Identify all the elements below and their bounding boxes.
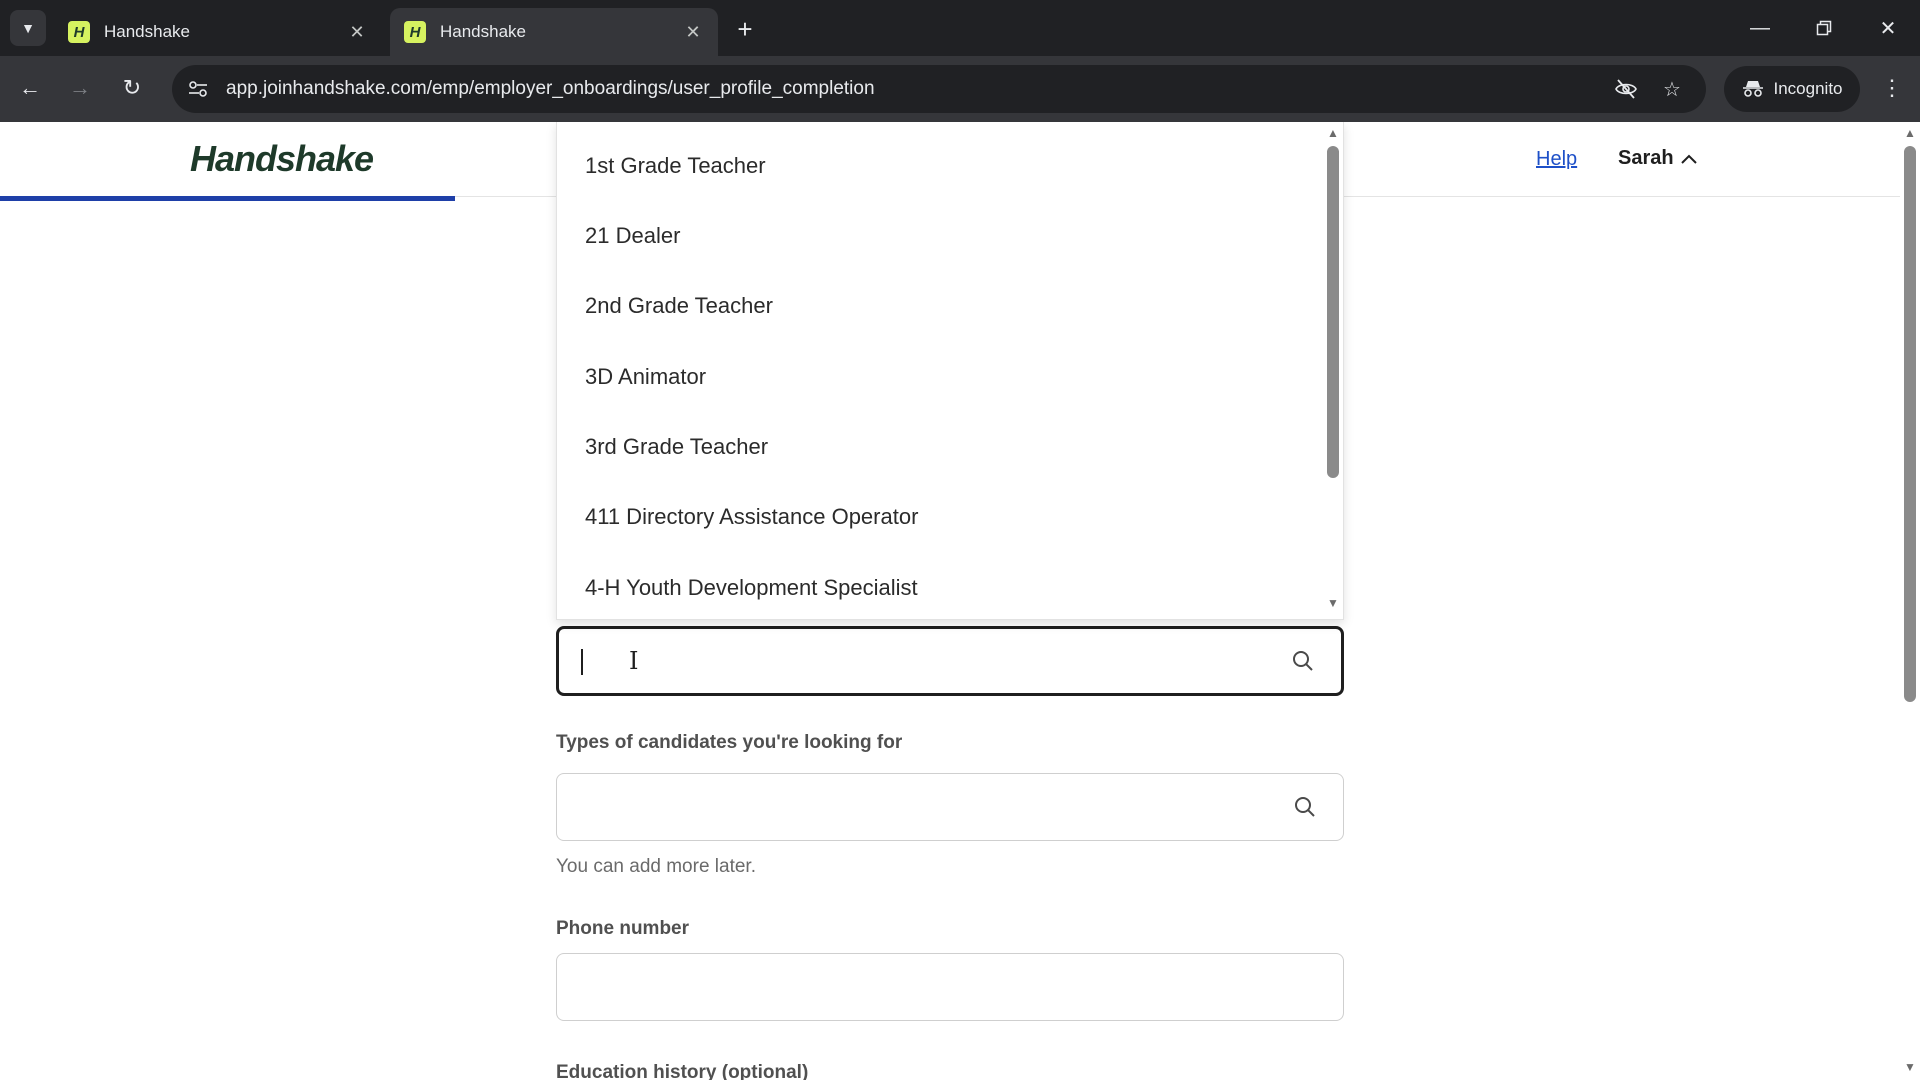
search-icon[interactable] xyxy=(1293,795,1317,819)
text-caret xyxy=(581,649,583,675)
plus-icon: + xyxy=(737,13,753,44)
handshake-favicon-icon: H xyxy=(404,21,426,43)
job-title-dropdown[interactable]: 1st Grade Teacher 21 Dealer 2nd Grade Te… xyxy=(556,122,1344,620)
address-bar[interactable]: app.joinhandshake.com/emp/employer_onboa… xyxy=(172,65,1706,113)
close-icon[interactable]: ✕ xyxy=(682,22,704,43)
restore-icon xyxy=(1816,20,1832,36)
close-icon: ✕ xyxy=(1879,17,1897,40)
chevron-up-icon xyxy=(1680,154,1697,164)
dropdown-option[interactable]: 1st Grade Teacher xyxy=(585,153,766,179)
bookmark-button[interactable]: ☆ xyxy=(1652,69,1692,109)
arrow-right-icon: → xyxy=(69,75,91,100)
job-title-search-input[interactable]: I xyxy=(556,626,1344,696)
handshake-favicon-icon: H xyxy=(68,21,90,43)
dropdown-option[interactable]: 21 Dealer xyxy=(585,223,680,249)
close-icon[interactable]: ✕ xyxy=(346,22,368,43)
browser-tab-bar: ▼ H Handshake ✕ H Handshake ✕ + — ✕ xyxy=(0,0,1920,56)
candidates-label: Types of candidates you're looking for xyxy=(556,732,903,753)
minimize-icon: — xyxy=(1750,16,1770,39)
tune-icon xyxy=(189,81,207,97)
tab-search-button[interactable]: ▼ xyxy=(10,10,46,46)
user-name: Sarah xyxy=(1618,147,1674,169)
dropdown-option[interactable]: 411 Directory Assistance Operator xyxy=(585,504,918,530)
minimize-button[interactable]: — xyxy=(1738,8,1782,48)
onboarding-progress-bar xyxy=(0,196,455,201)
browser-tab-2[interactable]: H Handshake ✕ xyxy=(390,8,718,56)
reload-icon: ↻ xyxy=(122,75,142,100)
dropdown-option[interactable]: 4-H Youth Development Specialist xyxy=(585,575,918,601)
incognito-icon xyxy=(1742,81,1763,97)
candidates-helper-text: You can add more later. xyxy=(556,856,756,877)
text-cursor-icon: I xyxy=(629,647,639,675)
phone-label: Phone number xyxy=(556,918,690,939)
page-scroll-up-icon[interactable]: ▲ xyxy=(1900,126,1920,140)
new-tab-button[interactable]: + xyxy=(728,12,762,46)
star-icon: ☆ xyxy=(1663,78,1681,101)
search-icon[interactable] xyxy=(1291,649,1315,673)
phone-input[interactable] xyxy=(556,953,1344,1021)
scroll-down-arrow-icon[interactable]: ▼ xyxy=(1323,596,1343,610)
help-link[interactable]: Help xyxy=(1536,148,1577,171)
incognito-label: Incognito xyxy=(1773,79,1843,98)
eye-off-icon xyxy=(1615,79,1637,99)
tab-title: Handshake xyxy=(104,22,191,41)
url-text[interactable]: app.joinhandshake.com/emp/employer_onboa… xyxy=(226,78,875,100)
dropdown-option[interactable]: 3D Animator xyxy=(585,364,706,390)
scroll-up-arrow-icon[interactable]: ▲ xyxy=(1323,126,1343,140)
restore-button[interactable] xyxy=(1802,8,1846,48)
dropdown-option[interactable]: 3rd Grade Teacher xyxy=(585,434,768,460)
browser-menu-button[interactable]: ⋮ xyxy=(1872,68,1912,108)
job-title-search-field[interactable] xyxy=(581,641,1261,681)
candidates-search-field[interactable] xyxy=(579,787,1259,827)
back-button[interactable]: ← xyxy=(10,68,50,108)
incognito-indicator[interactable]: Incognito xyxy=(1724,66,1860,112)
arrow-left-icon: ← xyxy=(19,75,41,100)
page-content: Handshake Help Sarah I 1st Grade Teacher… xyxy=(0,122,1920,1080)
browser-tab-1[interactable]: H Handshake ✕ xyxy=(54,8,382,56)
chevron-down-icon: ▼ xyxy=(21,20,35,36)
close-window-button[interactable]: ✕ xyxy=(1866,8,1910,48)
dropdown-option[interactable]: 2nd Grade Teacher xyxy=(585,293,773,319)
candidates-search-input[interactable] xyxy=(556,773,1344,841)
handshake-logo[interactable]: Handshake xyxy=(190,138,374,180)
browser-toolbar: ← → ↻ app.joinhandshake.com/emp/employer… xyxy=(0,56,1920,122)
forward-button[interactable]: → xyxy=(60,68,100,108)
user-menu[interactable]: Sarah xyxy=(1618,147,1698,170)
dropdown-scrollbar-thumb[interactable] xyxy=(1327,146,1339,478)
more-vertical-icon: ⋮ xyxy=(1881,75,1903,100)
reload-button[interactable]: ↻ xyxy=(112,68,152,108)
page-scroll-down-icon[interactable]: ▼ xyxy=(1900,1060,1920,1074)
site-info-button[interactable] xyxy=(178,69,218,109)
page-scrollbar-thumb[interactable] xyxy=(1904,146,1916,702)
education-label: Education history (optional) xyxy=(556,1062,809,1080)
phone-field[interactable] xyxy=(557,954,1343,1020)
tab-title: Handshake xyxy=(440,22,527,41)
tracking-protection-button[interactable] xyxy=(1606,69,1646,109)
